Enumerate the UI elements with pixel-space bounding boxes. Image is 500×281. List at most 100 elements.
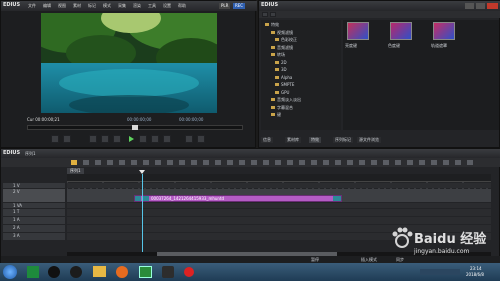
tree-item[interactable]: 转场 bbox=[271, 53, 285, 57]
menu-item[interactable]: 文件 bbox=[28, 3, 36, 8]
chat-app-icon[interactable] bbox=[70, 266, 82, 278]
tree-item[interactable]: 特效 bbox=[265, 23, 279, 27]
track-header[interactable]: 1 VA bbox=[3, 203, 65, 208]
timeline-tool-button[interactable] bbox=[347, 160, 353, 165]
tab-item[interactable]: 序列标记 bbox=[333, 137, 353, 143]
menu-item[interactable]: 设置 bbox=[163, 3, 171, 8]
timeline-tool-button[interactable] bbox=[467, 160, 473, 165]
track-lane[interactable] bbox=[67, 183, 491, 188]
insert-button[interactable] bbox=[185, 135, 193, 143]
tree-item[interactable]: 视频滤镜 bbox=[271, 30, 293, 35]
menu-item[interactable]: 帮助 bbox=[178, 3, 186, 8]
timeline-tool-button[interactable] bbox=[83, 160, 89, 165]
tree-item[interactable]: 字幕混合 bbox=[271, 105, 293, 110]
effect-item[interactable]: 亮度键 bbox=[345, 22, 371, 52]
timeline-tool-button[interactable] bbox=[323, 160, 329, 165]
menu-item[interactable]: 标记 bbox=[88, 3, 96, 8]
timeline-tool-button[interactable] bbox=[155, 160, 161, 165]
timeline-tool-button[interactable] bbox=[311, 160, 317, 165]
folder-icon[interactable] bbox=[262, 12, 268, 17]
tree-item[interactable]: 3D bbox=[275, 68, 287, 72]
timeline-tool-button[interactable] bbox=[275, 160, 281, 165]
timeline-tool-button[interactable] bbox=[263, 160, 269, 165]
track-header[interactable]: 1 A bbox=[3, 217, 65, 224]
track-lane[interactable] bbox=[67, 209, 491, 216]
playhead-marker[interactable] bbox=[139, 170, 145, 174]
prev-frame-button[interactable] bbox=[113, 135, 121, 143]
spreadsheet-app-icon[interactable] bbox=[27, 266, 39, 278]
timeline-tool-button[interactable] bbox=[131, 160, 137, 165]
minimize-icon[interactable] bbox=[465, 3, 474, 9]
record-app-icon[interactable] bbox=[184, 267, 194, 277]
timeline-tool-button[interactable] bbox=[419, 160, 425, 165]
maximize-icon[interactable] bbox=[476, 3, 485, 9]
timeline-tool-button[interactable] bbox=[443, 160, 449, 165]
track-header[interactable]: 2 V bbox=[3, 189, 65, 202]
set-out-button[interactable] bbox=[63, 135, 71, 143]
track-header[interactable]: 3 A bbox=[3, 233, 65, 240]
start-button[interactable] bbox=[3, 265, 17, 279]
timeline-tool-button[interactable] bbox=[227, 160, 233, 165]
tab-item[interactable]: 信息 bbox=[261, 137, 273, 143]
up-icon[interactable] bbox=[270, 12, 276, 17]
timeline-tool-button[interactable] bbox=[335, 160, 341, 165]
timeline-tool-button[interactable] bbox=[167, 160, 173, 165]
tree-item[interactable]: SMPTE bbox=[275, 83, 294, 87]
timeline-ruler[interactable] bbox=[66, 174, 491, 189]
tree-item[interactable]: 键 bbox=[271, 113, 281, 117]
tree-item[interactable]: Alpha bbox=[275, 75, 292, 80]
tab-item[interactable]: 特效 bbox=[309, 137, 321, 143]
menu-item[interactable]: 采集 bbox=[118, 3, 126, 8]
menu-item[interactable]: 渲染 bbox=[133, 3, 141, 8]
timeline-tool-button[interactable] bbox=[383, 160, 389, 165]
rewind-button[interactable] bbox=[101, 135, 109, 143]
timeline-tool-button[interactable] bbox=[407, 160, 413, 165]
track-header[interactable]: 1 T bbox=[3, 209, 65, 216]
timeline-tool-button[interactable] bbox=[251, 160, 257, 165]
fast-forward-button[interactable] bbox=[151, 135, 159, 143]
scrubber-handle[interactable] bbox=[132, 125, 138, 130]
timeline-tool-button[interactable] bbox=[371, 160, 377, 165]
track-lane[interactable] bbox=[67, 203, 491, 208]
timeline-tool-button[interactable] bbox=[359, 160, 365, 165]
firefox-app-icon[interactable] bbox=[116, 266, 128, 278]
menu-item[interactable]: 视图 bbox=[58, 3, 66, 8]
effect-item[interactable]: 轨道遮罩 bbox=[431, 22, 457, 52]
track-header[interactable]: 2 A bbox=[3, 225, 65, 232]
next-frame-button[interactable] bbox=[139, 135, 147, 143]
timeline-tool-button[interactable] bbox=[215, 160, 221, 165]
timeline-tool-button[interactable] bbox=[203, 160, 209, 165]
qq-app-icon[interactable] bbox=[48, 266, 60, 278]
timeline-tool-button[interactable] bbox=[287, 160, 293, 165]
timeline-tool-button[interactable] bbox=[179, 160, 185, 165]
stop-button[interactable] bbox=[89, 135, 97, 143]
tree-item[interactable]: 色彩校正 bbox=[275, 38, 297, 42]
folder-app-icon[interactable] bbox=[93, 266, 106, 277]
timeline-tool-button[interactable] bbox=[239, 160, 245, 165]
effect-item[interactable]: 色度键 bbox=[388, 22, 414, 52]
track-header[interactable]: 1 V bbox=[3, 183, 65, 188]
edius-app-icon[interactable] bbox=[139, 266, 152, 278]
plr-mode-badge[interactable]: PLR bbox=[219, 3, 231, 9]
tree-item[interactable]: 音频淡入淡出 bbox=[271, 98, 301, 102]
timeline-tool-button[interactable] bbox=[455, 160, 461, 165]
rec-mode-badge[interactable]: REC bbox=[233, 3, 246, 9]
tree-item[interactable]: GPU bbox=[275, 90, 289, 95]
timeline-tool-button[interactable] bbox=[191, 160, 197, 165]
menu-item[interactable]: 编辑 bbox=[43, 3, 51, 8]
close-icon[interactable] bbox=[487, 3, 498, 9]
menu-item[interactable]: 工具 bbox=[148, 3, 156, 8]
play-button[interactable] bbox=[127, 135, 135, 143]
menu-item[interactable]: 模式 bbox=[103, 3, 111, 8]
tree-item[interactable]: 音频滤镜 bbox=[271, 45, 293, 50]
video-clip[interactable]: 00037264_1421264415933_mhuntd bbox=[134, 195, 342, 202]
overwrite-button[interactable] bbox=[197, 135, 205, 143]
timeline-tool-button[interactable] bbox=[431, 160, 437, 165]
timeline-playhead[interactable] bbox=[142, 174, 143, 252]
media-app-icon[interactable] bbox=[162, 266, 174, 278]
timeline-tool-button[interactable] bbox=[71, 160, 77, 165]
tab-item[interactable]: 素材库 bbox=[285, 137, 301, 143]
timeline-tool-button[interactable] bbox=[95, 160, 101, 165]
menu-item[interactable]: 素材 bbox=[73, 3, 81, 8]
tab-item[interactable]: 源文件浏览 bbox=[357, 137, 381, 143]
